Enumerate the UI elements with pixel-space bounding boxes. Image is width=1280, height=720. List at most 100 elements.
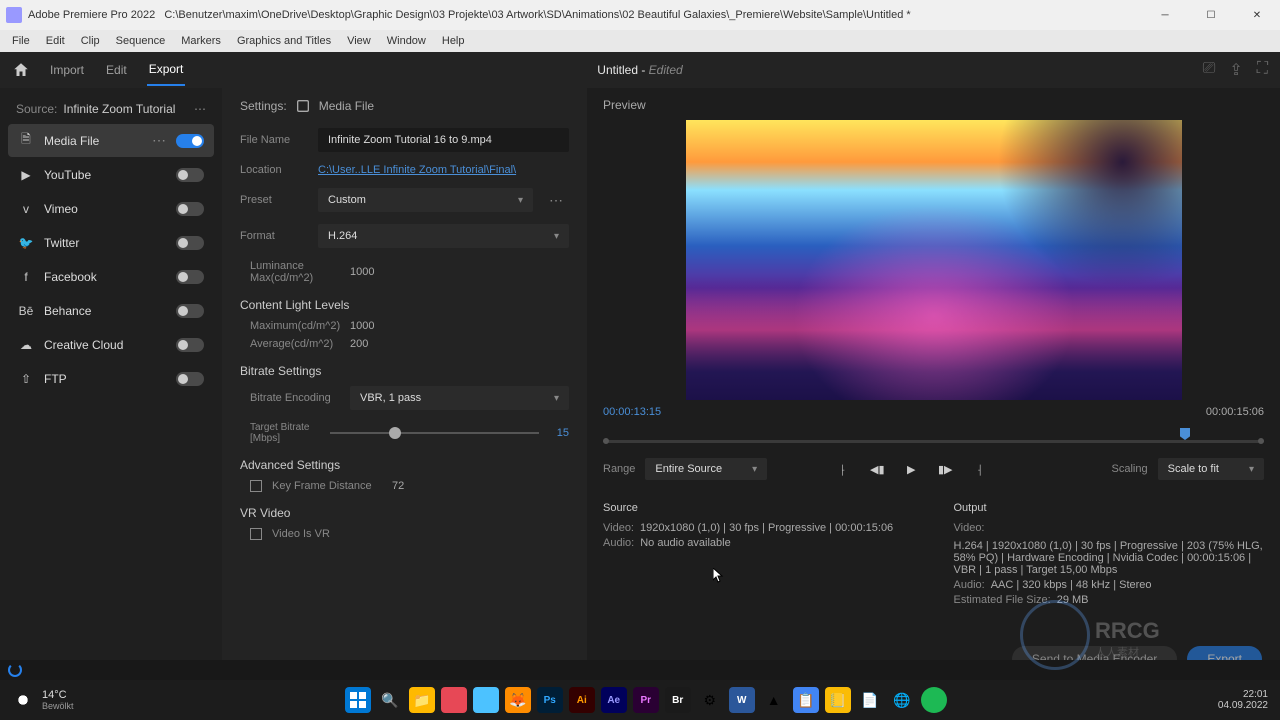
youtube-icon: ▶ <box>18 167 34 183</box>
dest-ftp[interactable]: ⇧ FTP <box>8 363 214 395</box>
current-time[interactable]: 00:00:13:15 <box>603 406 661 418</box>
app-icon-6[interactable]: 📒 <box>825 687 851 713</box>
word-icon[interactable]: W <box>729 687 755 713</box>
preset-select[interactable]: Custom▾ <box>318 188 533 212</box>
fullscreen-icon[interactable]: ⛶ <box>1257 60 1268 80</box>
source-menu-icon[interactable]: ⋯ <box>194 102 206 116</box>
dest-behance[interactable]: Bē Behance <box>8 295 214 327</box>
vr-checkbox[interactable] <box>250 528 262 540</box>
quick-export-icon[interactable]: ⎚ <box>1203 60 1216 80</box>
system-tray[interactable]: 22:0104.09.2022 <box>1218 689 1268 711</box>
home-icon[interactable] <box>12 61 30 79</box>
maxcll-value[interactable]: 1000 <box>350 320 374 332</box>
dest-vimeo-toggle[interactable] <box>176 202 204 216</box>
dest-twitter-toggle[interactable] <box>176 236 204 250</box>
scaling-label: Scaling <box>1112 463 1148 475</box>
premiere-icon[interactable]: Pr <box>633 687 659 713</box>
menu-view[interactable]: View <box>343 33 375 49</box>
search-icon[interactable]: 🔍 <box>377 687 403 713</box>
preset-options-icon[interactable]: ⋯ <box>543 192 569 209</box>
target-bitrate-slider[interactable] <box>330 432 539 434</box>
menu-markers[interactable]: Markers <box>177 33 225 49</box>
dest-behance-toggle[interactable] <box>176 304 204 318</box>
explorer-icon[interactable]: 📁 <box>409 687 435 713</box>
dest-facebook-toggle[interactable] <box>176 270 204 284</box>
maximize-button[interactable]: ☐ <box>1188 0 1234 30</box>
preview-scrubber[interactable] <box>603 428 1264 446</box>
app-icon-3[interactable]: ⚙ <box>697 687 723 713</box>
nav-edit[interactable]: Edit <box>104 55 129 85</box>
window-titlebar: Adobe Premiere Pro 2022 C:\Benutzer\maxi… <box>0 0 1280 30</box>
dest-youtube-toggle[interactable] <box>176 168 204 182</box>
preview-panel: Preview 00:00:13:15 00:00:15:06 Range En… <box>587 88 1280 680</box>
spotify-icon[interactable] <box>921 687 947 713</box>
scaling-select[interactable]: Scale to fit▾ <box>1158 458 1264 480</box>
share-icon[interactable]: ⇪ <box>1229 60 1242 80</box>
mark-in-button[interactable]: ⸠ <box>833 459 853 479</box>
luminance-value[interactable]: 1000 <box>350 266 374 278</box>
menu-clip[interactable]: Clip <box>77 33 104 49</box>
menu-file[interactable]: File <box>8 33 34 49</box>
dest-media-file[interactable]: 🗎 Media File ⋯ <box>8 124 214 157</box>
app-icon <box>6 7 22 23</box>
dest-twitter[interactable]: 🐦 Twitter <box>8 227 214 259</box>
weather-widget[interactable]: 14°CBewölkt <box>12 689 74 711</box>
start-button[interactable] <box>345 687 371 713</box>
step-forward-button[interactable]: ▮▶ <box>935 459 955 479</box>
nav-export[interactable]: Export <box>147 54 186 86</box>
app-icon-1[interactable] <box>441 687 467 713</box>
slider-thumb[interactable] <box>389 427 401 439</box>
range-label: Range <box>603 463 635 475</box>
facebook-icon: f <box>18 269 34 285</box>
window-title: Adobe Premiere Pro 2022 C:\Benutzer\maxi… <box>28 9 1142 21</box>
step-back-button[interactable]: ◀▮ <box>867 459 887 479</box>
keyframe-value: 72 <box>392 480 404 492</box>
dest-creative-cloud[interactable]: ☁ Creative Cloud <box>8 329 214 361</box>
dest-vimeo[interactable]: v Vimeo <box>8 193 214 225</box>
bridge-icon[interactable]: Br <box>665 687 691 713</box>
luminance-label: Luminance Max(cd/m^2) <box>250 260 340 284</box>
close-button[interactable]: ✕ <box>1234 0 1280 30</box>
bitrate-encoding-label: Bitrate Encoding <box>250 392 340 404</box>
format-select[interactable]: H.264▾ <box>318 224 569 248</box>
avgcll-value[interactable]: 200 <box>350 338 368 350</box>
menu-sequence[interactable]: Sequence <box>112 33 170 49</box>
range-select[interactable]: Entire Source▾ <box>645 458 767 480</box>
dest-cc-toggle[interactable] <box>176 338 204 352</box>
aftereffects-icon[interactable]: Ae <box>601 687 627 713</box>
location-link[interactable]: C:\User..LLE Infinite Zoom Tutorial\Fina… <box>318 164 516 176</box>
chrome-icon[interactable]: 🌐 <box>889 687 915 713</box>
vimeo-icon: v <box>18 201 34 217</box>
windows-taskbar: 14°CBewölkt 🔍 📁 🦊 Ps Ai Ae Pr Br ⚙ W ▲ 📋… <box>0 680 1280 720</box>
bitrate-encoding-select[interactable]: VBR, 1 pass▾ <box>350 386 569 410</box>
avgcll-label: Average(cd/m^2) <box>250 338 340 350</box>
dest-youtube[interactable]: ▶ YouTube <box>8 159 214 191</box>
menu-window[interactable]: Window <box>383 33 430 49</box>
source-info: Source Video:1920x1080 (1,0) | 30 fps | … <box>603 502 914 609</box>
app-icon-4[interactable]: ▲ <box>761 687 787 713</box>
nav-import[interactable]: Import <box>48 55 86 85</box>
menu-edit[interactable]: Edit <box>42 33 69 49</box>
photoshop-icon[interactable]: Ps <box>537 687 563 713</box>
menu-graphics[interactable]: Graphics and Titles <box>233 33 335 49</box>
play-button[interactable]: ▶ <box>901 459 921 479</box>
chevron-down-icon: ▾ <box>554 393 559 404</box>
app-icon-2[interactable] <box>473 687 499 713</box>
filename-input[interactable] <box>318 128 569 152</box>
weather-icon <box>12 689 34 711</box>
illustrator-icon[interactable]: Ai <box>569 687 595 713</box>
dest-facebook[interactable]: f Facebook <box>8 261 214 293</box>
menu-help[interactable]: Help <box>438 33 469 49</box>
app-icon-7[interactable]: 📄 <box>857 687 883 713</box>
dest-ftp-toggle[interactable] <box>176 372 204 386</box>
minimize-button[interactable]: ─ <box>1142 0 1188 30</box>
dest-options-icon[interactable]: ⋯ <box>152 132 166 149</box>
behance-icon: Bē <box>18 303 34 319</box>
app-icon-5[interactable]: 📋 <box>793 687 819 713</box>
firefox-icon[interactable]: 🦊 <box>505 687 531 713</box>
mark-out-button[interactable]: ⸡ <box>969 459 989 479</box>
target-bitrate-value[interactable]: 15 <box>549 427 569 439</box>
keyframe-checkbox[interactable] <box>250 480 262 492</box>
dest-media-toggle[interactable] <box>176 134 204 148</box>
video-preview[interactable] <box>686 120 1182 400</box>
